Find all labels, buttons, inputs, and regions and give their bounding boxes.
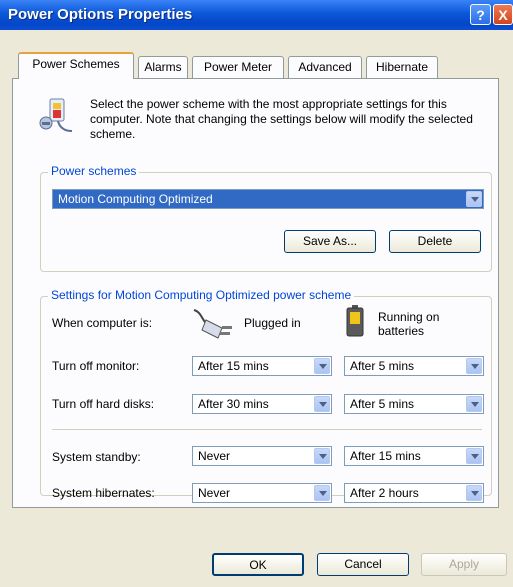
monitor-battery-value: After 5 mins (350, 359, 415, 373)
tab-alarms[interactable]: Alarms (138, 56, 188, 78)
power-scheme-value: Motion Computing Optimized (58, 192, 213, 206)
monitor-plugged-value: After 15 mins (198, 359, 269, 373)
standby-plugged-value: Never (198, 449, 231, 463)
standby-battery-select[interactable]: After 15 mins (344, 446, 484, 466)
delete-button[interactable]: Delete (389, 230, 481, 253)
harddisk-plugged-value: After 30 mins (198, 397, 269, 411)
hibernate-plugged-select[interactable]: Never (192, 483, 332, 503)
title-bar[interactable]: Power Options Properties ? X (0, 0, 513, 30)
help-button[interactable]: ? (470, 4, 491, 25)
turn-off-hard-disks-label: Turn off hard disks: (52, 397, 155, 411)
tab-power-meter[interactable]: Power Meter (192, 56, 284, 78)
hibernate-plugged-value: Never (198, 486, 231, 500)
chevron-down-icon[interactable] (314, 448, 330, 464)
power-schemes-group (40, 172, 492, 272)
settings-divider (52, 429, 482, 430)
battery-icon (346, 305, 364, 337)
close-button[interactable]: X (493, 4, 513, 25)
chevron-down-icon[interactable] (314, 396, 330, 412)
tab-hibernate[interactable]: Hibernate (366, 56, 438, 78)
power-options-icon (39, 98, 73, 132)
system-hibernates-label: System hibernates: (52, 486, 155, 500)
monitor-battery-select[interactable]: After 5 mins (344, 356, 484, 376)
plug-icon (193, 309, 232, 339)
chevron-down-icon[interactable] (314, 358, 330, 374)
hibernate-battery-select[interactable]: After 2 hours (344, 483, 484, 503)
tab-power-schemes[interactable]: Power Schemes (18, 52, 134, 79)
power-schemes-legend: Power schemes (48, 164, 140, 178)
when-computer-is-label: When computer is: (52, 316, 153, 330)
harddisk-battery-value: After 5 mins (350, 397, 415, 411)
system-standby-label: System standby: (52, 450, 141, 464)
turn-off-monitor-label: Turn off monitor: (52, 359, 140, 373)
window-title: Power Options Properties (8, 6, 193, 23)
settings-legend: Settings for Motion Computing Optimized … (48, 288, 355, 302)
standby-battery-value: After 15 mins (350, 449, 421, 463)
save-as-button[interactable]: Save As... (284, 230, 376, 253)
power-options-window: Power Options Properties ? X Power Schem… (0, 0, 513, 587)
standby-plugged-select[interactable]: Never (192, 446, 332, 466)
chevron-down-icon[interactable] (314, 485, 330, 501)
power-scheme-select[interactable]: Motion Computing Optimized (52, 189, 484, 209)
running-on-label: Running on (378, 310, 440, 324)
chevron-down-icon[interactable] (466, 485, 482, 501)
tab-advanced[interactable]: Advanced (288, 56, 362, 78)
chevron-down-icon[interactable] (466, 191, 482, 207)
hibernate-battery-value: After 2 hours (350, 486, 419, 500)
harddisk-battery-select[interactable]: After 5 mins (344, 394, 484, 414)
description-text: Select the power scheme with the most ap… (90, 97, 473, 141)
batteries-label: batteries (378, 324, 425, 338)
apply-button[interactable]: Apply (421, 553, 507, 576)
chevron-down-icon[interactable] (466, 358, 482, 374)
monitor-plugged-select[interactable]: After 15 mins (192, 356, 332, 376)
plugged-in-label: Plugged in (244, 316, 301, 330)
chevron-down-icon[interactable] (466, 396, 482, 412)
chevron-down-icon[interactable] (466, 448, 482, 464)
harddisk-plugged-select[interactable]: After 30 mins (192, 394, 332, 414)
ok-button[interactable]: OK (212, 553, 304, 576)
cancel-button[interactable]: Cancel (317, 553, 409, 576)
